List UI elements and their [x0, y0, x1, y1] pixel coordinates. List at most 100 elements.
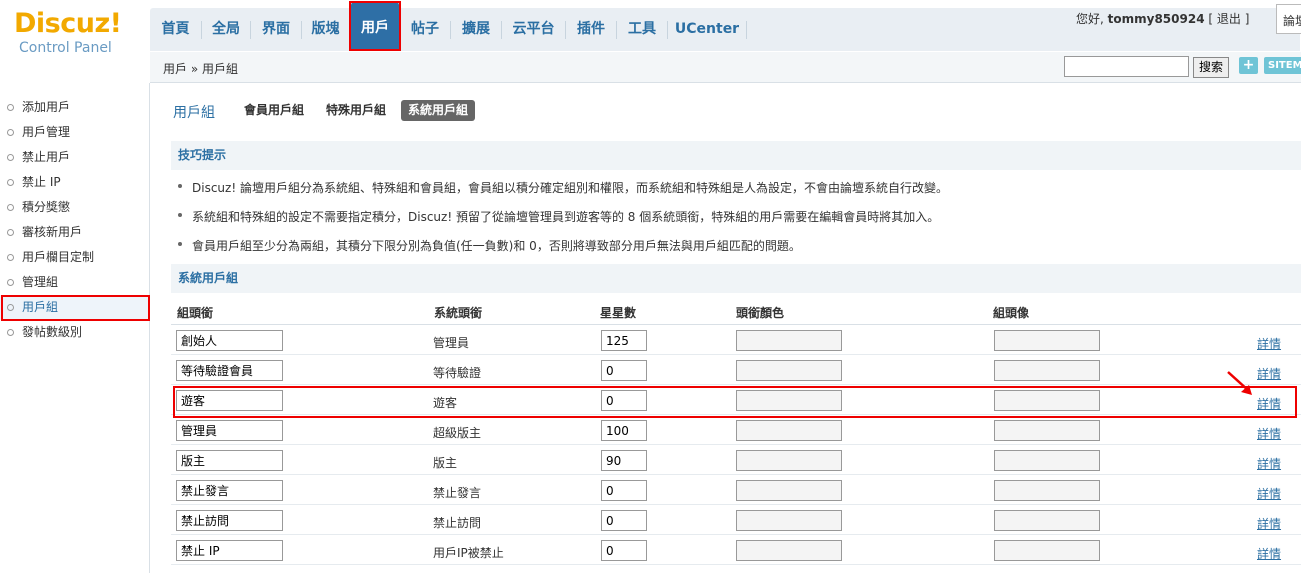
- system-title: 超級版主: [433, 426, 482, 440]
- site-select[interactable]: 論壇: [1276, 4, 1301, 34]
- stars-input[interactable]: [601, 420, 647, 441]
- sidebar: 添加用戶 用戶管理 禁止用戶 禁止 IP 積分獎懲 審核新用戶 用戶欄目定制 管…: [0, 83, 150, 573]
- bullet-icon: [7, 254, 14, 261]
- table-row: 管理員 詳情: [171, 325, 1301, 355]
- column-header-group-title: 組頭銜: [177, 306, 214, 320]
- title-color-input[interactable]: [736, 360, 842, 381]
- nav-item-home[interactable]: 首頁: [150, 8, 201, 51]
- sidebar-item-moderate-new[interactable]: 審核新用戶: [0, 220, 150, 245]
- detail-link[interactable]: 詳情: [1257, 395, 1281, 412]
- nav-item-users[interactable]: 用戶: [351, 2, 399, 51]
- stars-input[interactable]: [601, 450, 647, 471]
- title-color-input[interactable]: [736, 390, 842, 411]
- nav-item-cloud[interactable]: 云平台: [502, 8, 565, 51]
- nav-item-tools[interactable]: 工具: [617, 8, 667, 51]
- group-title-input[interactable]: [176, 330, 283, 351]
- table-row: 禁止發言 詳情: [171, 475, 1301, 505]
- sidebar-item-ban-user[interactable]: 禁止用戶: [0, 145, 150, 170]
- group-avatar-input[interactable]: [994, 480, 1100, 501]
- nav-item-extensions[interactable]: 擴展: [451, 8, 501, 51]
- detail-link[interactable]: 詳情: [1257, 515, 1281, 532]
- sidebar-item-label: 添加用戶: [22, 100, 71, 114]
- bullet-icon: [7, 154, 14, 161]
- nav-divider: [746, 21, 747, 39]
- title-color-input[interactable]: [736, 330, 842, 351]
- logo-title: Discuz!: [14, 8, 122, 39]
- sidebar-item-label: 用戶管理: [22, 125, 71, 139]
- sidebar-item-credits[interactable]: 積分獎懲: [0, 195, 150, 220]
- header: Discuz! Control Panel 首頁 全局 界面 版塊 用戶 帖子 …: [0, 0, 1301, 56]
- title-color-input[interactable]: [736, 450, 842, 471]
- stars-input[interactable]: [601, 390, 647, 411]
- detail-link[interactable]: 詳情: [1257, 425, 1281, 442]
- detail-link[interactable]: 詳情: [1257, 455, 1281, 472]
- tab-system-groups[interactable]: 系統用戶組: [401, 100, 476, 121]
- sidebar-item-label: 發帖數級別: [22, 325, 83, 339]
- nav-item-plugins[interactable]: 插件: [566, 8, 616, 51]
- column-header-stars: 星星數: [600, 306, 637, 320]
- stars-input[interactable]: [601, 330, 647, 351]
- stars-input[interactable]: [601, 540, 647, 561]
- nav-item-threads[interactable]: 帖子: [400, 8, 450, 51]
- system-title: 禁止發言: [433, 486, 482, 500]
- logout-link[interactable]: [ 退出 ]: [1208, 12, 1249, 26]
- group-title-input[interactable]: [176, 390, 283, 411]
- nav-item-global[interactable]: 全局: [202, 8, 250, 51]
- user-info: 您好, tommy850924 [ 退出 ]: [1076, 10, 1249, 27]
- group-avatar-input[interactable]: [994, 360, 1100, 381]
- title-color-input[interactable]: [736, 420, 842, 441]
- nav-item-interface[interactable]: 界面: [251, 8, 301, 51]
- bullet-icon: [7, 179, 14, 186]
- tab-special-groups[interactable]: 特殊用戶組: [319, 100, 393, 121]
- stars-input[interactable]: [601, 510, 647, 531]
- add-shortcut-button[interactable]: +: [1239, 57, 1258, 74]
- table-row: 遊客 詳情: [171, 385, 1301, 415]
- title-color-input[interactable]: [736, 540, 842, 561]
- breadcrumb: 用戶 » 用戶組: [163, 62, 238, 76]
- detail-link[interactable]: 詳情: [1257, 545, 1281, 562]
- sidebar-item-profile-fields[interactable]: 用戶欄目定制: [0, 245, 150, 270]
- tip-text: 會員用戶組至少分為兩組，其積分下限分別為負值(任一負數)和 0，否則將導致部分用…: [192, 239, 801, 253]
- sidebar-item-label: 禁止 IP: [22, 175, 61, 189]
- group-title-input[interactable]: [176, 480, 283, 501]
- stars-input[interactable]: [601, 480, 647, 501]
- group-title-input[interactable]: [176, 540, 283, 561]
- system-title: 版主: [433, 456, 458, 470]
- sidebar-item-admin-groups[interactable]: 管理組: [0, 270, 150, 295]
- search-button[interactable]: 搜索: [1193, 57, 1229, 78]
- sidebar-item-manage-users[interactable]: 用戶管理: [0, 120, 150, 145]
- group-avatar-input[interactable]: [994, 420, 1100, 441]
- title-color-input[interactable]: [736, 510, 842, 531]
- search-input[interactable]: [1064, 56, 1189, 77]
- logo-subtitle: Control Panel: [19, 40, 112, 56]
- group-avatar-input[interactable]: [994, 330, 1100, 351]
- group-avatar-input[interactable]: [994, 450, 1100, 471]
- table-row: 等待驗證 詳情: [171, 355, 1301, 385]
- sidebar-item-user-groups[interactable]: 用戶組: [0, 295, 150, 320]
- detail-link[interactable]: 詳情: [1257, 485, 1281, 502]
- sidebar-item-add-user[interactable]: 添加用戶: [0, 95, 150, 120]
- nav-item-ucenter[interactable]: UCenter: [668, 8, 746, 51]
- group-avatar-input[interactable]: [994, 390, 1100, 411]
- group-title-input[interactable]: [176, 450, 283, 471]
- group-title-input[interactable]: [176, 360, 283, 381]
- tip-text: 系統組和特殊組的設定不需要指定積分，Discuz! 預留了從論壇管理員到遊客等的…: [192, 210, 940, 224]
- group-title-input[interactable]: [176, 510, 283, 531]
- nav-item-forums[interactable]: 版塊: [302, 8, 349, 51]
- greeting: 您好,: [1076, 12, 1108, 26]
- bullet-icon: [7, 329, 14, 336]
- group-avatar-input[interactable]: [994, 540, 1100, 561]
- group-title-input[interactable]: [176, 420, 283, 441]
- bullet-icon: [7, 304, 14, 311]
- detail-link[interactable]: 詳情: [1257, 365, 1281, 382]
- sidebar-item-post-ranks[interactable]: 發帖數級別: [0, 320, 150, 345]
- bullet-icon: [7, 279, 14, 286]
- detail-link[interactable]: 詳情: [1257, 335, 1281, 352]
- sitemap-button[interactable]: SITEMAP: [1264, 57, 1301, 74]
- group-avatar-input[interactable]: [994, 510, 1100, 531]
- sidebar-item-ban-ip[interactable]: 禁止 IP: [0, 170, 150, 195]
- tab-member-groups[interactable]: 會員用戶組: [237, 100, 311, 121]
- stars-input[interactable]: [601, 360, 647, 381]
- logo[interactable]: Discuz! Control Panel: [14, 8, 144, 58]
- title-color-input[interactable]: [736, 480, 842, 501]
